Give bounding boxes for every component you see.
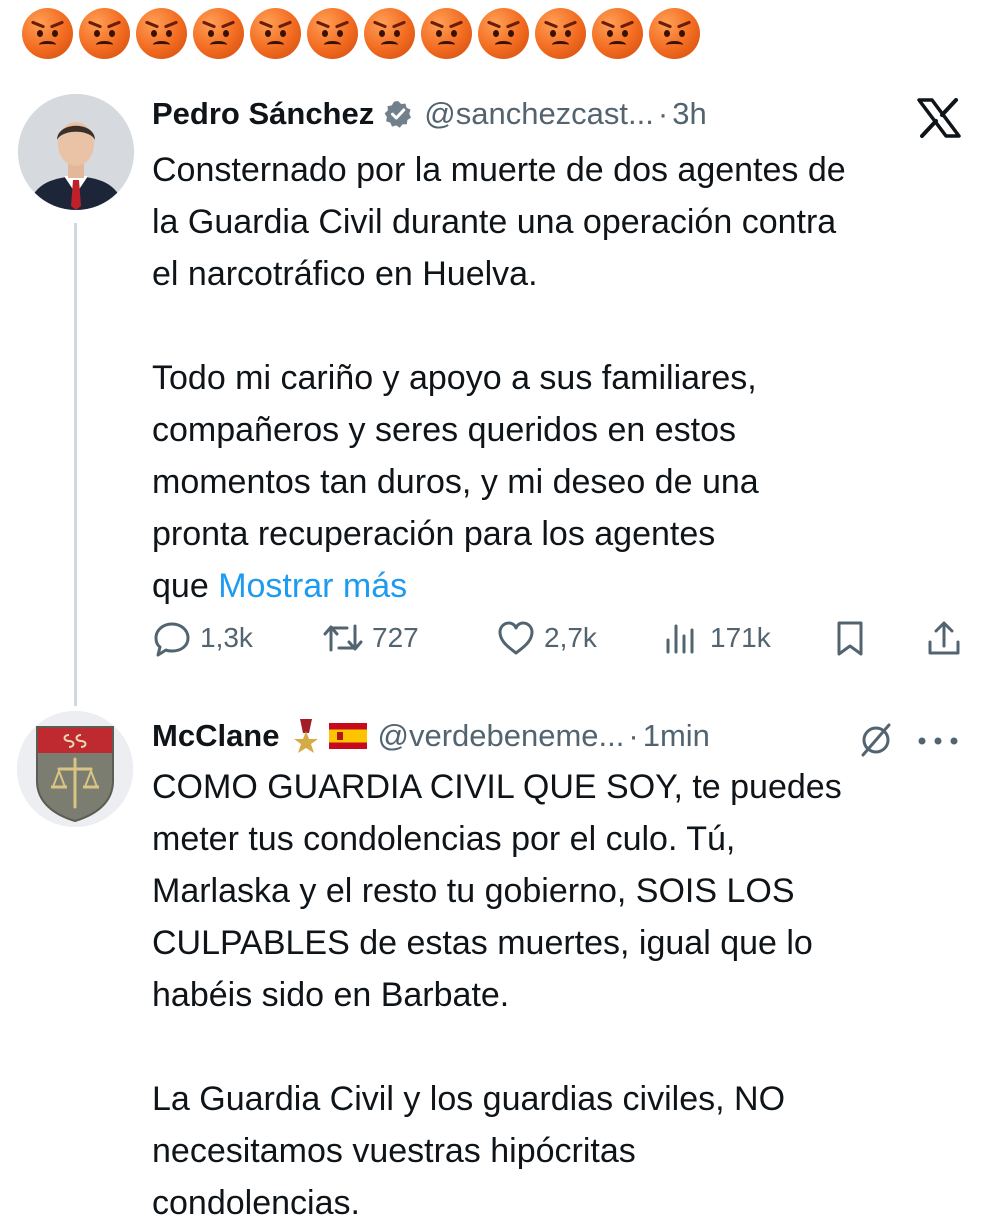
tweet-text-main: Consternado por la muerte de dos agentes… xyxy=(152,151,846,605)
share-button[interactable] xyxy=(924,618,964,658)
views-button[interactable]: 171k xyxy=(662,618,771,658)
author-handle[interactable]: @verdebeneme... xyxy=(377,718,624,754)
verified-badge-icon xyxy=(384,100,412,128)
separator-dot: · xyxy=(657,96,669,131)
angry-face-icon xyxy=(22,8,73,59)
angry-face-icon xyxy=(421,8,472,59)
reply-count: 1,3k xyxy=(200,622,253,653)
show-more-link[interactable]: Mostrar más xyxy=(218,567,407,605)
angry-face-icon xyxy=(193,8,244,59)
angry-face-icon xyxy=(535,8,586,59)
angry-face-icon xyxy=(592,8,643,59)
author-handle[interactable]: @sanchezcast... xyxy=(424,96,654,132)
view-count: 171k xyxy=(710,622,771,653)
author-name[interactable]: McClane xyxy=(152,718,279,754)
heart-icon xyxy=(498,621,534,655)
separator-dot: · xyxy=(628,718,639,753)
spain-flag-icon xyxy=(329,723,368,749)
angry-face-icon xyxy=(364,8,415,59)
angry-face-icon xyxy=(307,8,358,59)
repost-count: 727 xyxy=(372,622,419,653)
author-name[interactable]: Pedro Sánchez xyxy=(152,96,374,132)
grok-icon[interactable] xyxy=(858,722,894,758)
profile-badges xyxy=(289,717,368,755)
angry-emoji-row xyxy=(22,8,700,59)
angry-face-icon xyxy=(79,8,130,59)
reply-button[interactable]: 1,3k xyxy=(152,618,253,658)
bookmark-button[interactable] xyxy=(830,618,870,658)
avatar-portrait xyxy=(18,94,134,210)
x-logo-icon xyxy=(916,98,962,138)
repost-icon xyxy=(323,624,363,652)
bookmark-icon xyxy=(837,621,863,656)
like-button[interactable]: 2,7k xyxy=(496,618,597,658)
share-icon xyxy=(928,621,960,655)
reply-header: McClane @verdebeneme... · 1min xyxy=(152,717,710,755)
angry-face-icon xyxy=(136,8,187,59)
tweet-time[interactable]: 3h xyxy=(672,96,706,132)
medal-icon xyxy=(294,719,319,753)
like-count: 2,7k xyxy=(544,622,597,653)
angry-face-icon xyxy=(649,8,700,59)
tweet-actions: 1,3k 727 2,7k 171k xyxy=(152,618,967,662)
reply-text: COMO GUARDIA CIVIL QUE SOY, te puedes me… xyxy=(152,768,842,1222)
angry-face-icon xyxy=(478,8,529,59)
reply-icon xyxy=(154,622,190,657)
angry-face-icon xyxy=(250,8,301,59)
thread-line xyxy=(74,223,77,706)
avatar[interactable] xyxy=(18,94,134,210)
repost-button[interactable]: 727 xyxy=(322,618,419,658)
views-chart-icon xyxy=(666,624,694,654)
reply-time[interactable]: 1min xyxy=(643,718,710,754)
more-options-icon[interactable] xyxy=(916,734,960,746)
avatar[interactable] xyxy=(17,711,133,827)
tweet-header: Pedro Sánchez @sanchezcast... · 3h xyxy=(152,96,707,132)
tweet-text: Consternado por la muerte de dos agentes… xyxy=(152,144,972,612)
guardia-civil-shield-avatar xyxy=(17,711,133,827)
